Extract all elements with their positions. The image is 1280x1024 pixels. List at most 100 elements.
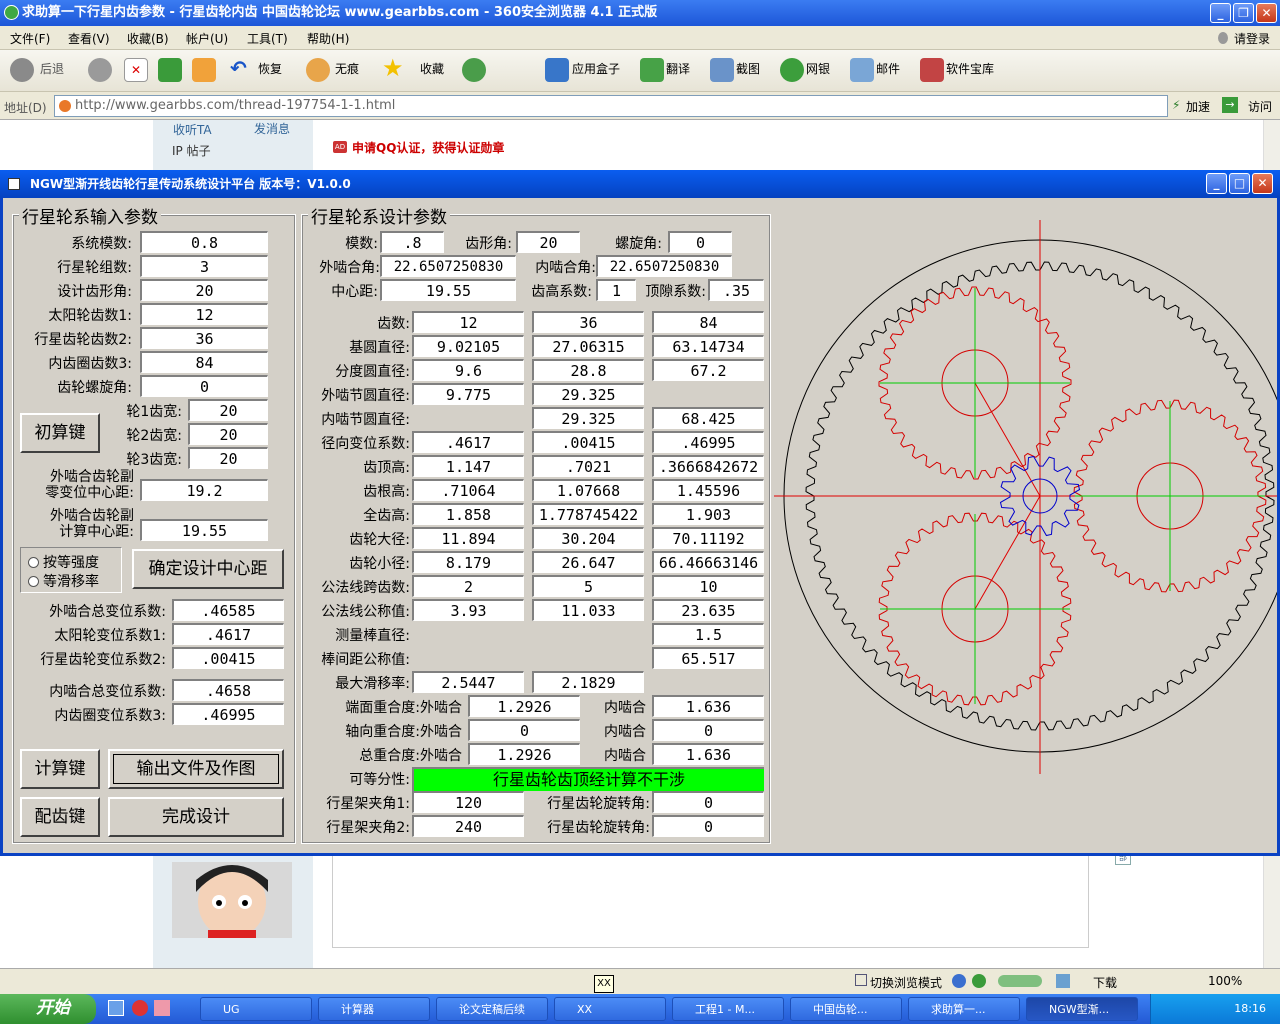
design-value-field[interactable]: 68.425 (652, 407, 764, 429)
input-field[interactable]: 12 (140, 303, 268, 325)
design-value-field[interactable]: .46995 (652, 431, 764, 453)
design-value-field[interactable]: 65.517 (652, 647, 764, 669)
menu-favorites[interactable]: 收藏(B) (127, 30, 169, 47)
init-calc-button[interactable]: 初算键 (20, 413, 100, 453)
design-value-field[interactable]: 9.775 (412, 383, 524, 405)
listen-link[interactable]: 收听TA (173, 121, 212, 138)
software-library-icon[interactable] (920, 58, 944, 82)
switch-mode-button[interactable]: 切换浏览模式 (870, 974, 942, 991)
design-value-field[interactable]: 1.45596 (652, 479, 764, 501)
qq-promo-link[interactable]: 申请QQ认证，获得认证勋章 (352, 139, 504, 156)
design-value-field[interactable]: 11.894 (412, 527, 524, 549)
restore-button[interactable]: 恢复 (258, 60, 282, 77)
clearance-coef-field[interactable]: .35 (708, 279, 764, 301)
menu-tools[interactable]: 工具(T) (247, 30, 288, 47)
translate-icon[interactable] (640, 58, 664, 82)
app-close-button[interactable]: ✕ (1252, 173, 1273, 194)
design-value-field[interactable]: 9.02105 (412, 335, 524, 357)
screenshot-button[interactable]: 截图 (736, 60, 760, 77)
menu-account[interactable]: 帐户(U) (186, 30, 228, 47)
width-field[interactable]: 20 (188, 447, 268, 469)
star-icon[interactable]: ★ (382, 54, 406, 82)
home-icon[interactable] (192, 58, 216, 82)
app-box-button[interactable]: 应用盒子 (572, 60, 620, 77)
bank-button[interactable]: 网银 (806, 60, 830, 77)
restore-icon[interactable]: ↶ (230, 56, 254, 80)
design-value-field[interactable]: 70.11192 (652, 527, 764, 549)
app-box-icon[interactable] (545, 58, 569, 82)
design-value-field[interactable]: 1.147 (412, 455, 524, 477)
message-link[interactable]: 发消息 (254, 120, 290, 137)
design-value-field[interactable]: .71064 (412, 479, 524, 501)
design-value-field[interactable]: 2.5447 (412, 671, 524, 693)
design-value-field[interactable]: 12 (412, 311, 524, 333)
design-value-field[interactable]: .3666842672 (652, 455, 764, 477)
software-library-button[interactable]: 软件宝库 (946, 60, 994, 77)
stop-icon[interactable]: ✕ (124, 58, 148, 82)
task-thesis-folder[interactable]: 论文定稿后续 (436, 997, 548, 1021)
match-teeth-button[interactable]: 配齿键 (20, 797, 100, 837)
task-calculator[interactable]: 计算器 (318, 997, 430, 1021)
input-field[interactable]: 0.8 (140, 231, 268, 253)
task-project1[interactable]: 工程1 - M... (672, 997, 784, 1021)
carrier-angle-field[interactable]: 240 (412, 815, 524, 837)
quick-launch-app-icon[interactable] (154, 1000, 170, 1016)
accelerate-button[interactable]: 加速 (1186, 98, 1210, 115)
addendum-coef-field[interactable]: 1 (596, 279, 636, 301)
no-trace-icon[interactable] (306, 58, 330, 82)
design-value-field[interactable]: 28.8 (532, 359, 644, 381)
design-value-field[interactable]: 2 (412, 575, 524, 597)
input-field[interactable]: 36 (140, 327, 268, 349)
start-button[interactable]: 开始 (0, 994, 96, 1024)
input-field[interactable]: 3 (140, 255, 268, 277)
browser-close-button[interactable]: ✕ (1256, 3, 1277, 23)
input-field[interactable]: 84 (140, 351, 268, 373)
carrier-angle-field[interactable]: 120 (412, 791, 524, 813)
task-ngw-app[interactable]: NGW型渐... (1026, 997, 1138, 1021)
output-file-button[interactable]: 输出文件及作图 (108, 749, 284, 789)
pressure-angle-field[interactable]: 20 (516, 231, 580, 253)
design-value-field[interactable]: 27.06315 (532, 335, 644, 357)
overlap-int-field[interactable]: 1.636 (652, 695, 764, 717)
task-xx-folder[interactable]: XX (554, 997, 666, 1021)
design-value-field[interactable]: 23.635 (652, 599, 764, 621)
menu-help[interactable]: 帮助(H) (307, 30, 349, 47)
design-value-field[interactable]: .00415 (532, 431, 644, 453)
design-value-field[interactable]: .4617 (412, 431, 524, 453)
ie-icon[interactable] (952, 974, 966, 988)
width-field[interactable]: 20 (188, 399, 268, 421)
overlap-ext-field[interactable]: 1.2926 (468, 743, 580, 765)
zoom-level[interactable]: 100% (1208, 974, 1242, 988)
design-value-field[interactable]: 63.14734 (652, 335, 764, 357)
planet-rotation-field[interactable]: 0 (652, 791, 764, 813)
ext-mesh-angle-field[interactable]: 22.6507250830 (380, 255, 516, 277)
input-field[interactable]: 20 (140, 279, 268, 301)
design-value-field[interactable]: 84 (652, 311, 764, 333)
go-arrow-icon[interactable]: → (1222, 97, 1238, 113)
download-button[interactable]: 下载 (1093, 974, 1117, 991)
overlap-ext-field[interactable]: 1.2926 (468, 695, 580, 717)
sync-icon[interactable] (462, 58, 486, 82)
shift-field[interactable]: .46995 (172, 703, 284, 725)
shift-field[interactable]: .46585 (172, 599, 284, 621)
browser-minimize-button[interactable]: _ (1210, 3, 1231, 23)
design-value-field[interactable]: 5 (532, 575, 644, 597)
design-value-field[interactable]: .7021 (532, 455, 644, 477)
app-maximize-button[interactable]: □ (1229, 173, 1250, 194)
shift-field[interactable]: .4617 (172, 623, 284, 645)
design-value-field[interactable]: 67.2 (652, 359, 764, 381)
shift-field[interactable]: .4658 (172, 679, 284, 701)
forward-arrow-icon[interactable] (88, 58, 112, 82)
design-value-field[interactable]: 26.647 (532, 551, 644, 573)
planet-rotation-field[interactable]: 0 (652, 815, 764, 837)
design-value-field[interactable]: 1.903 (652, 503, 764, 525)
mail-button[interactable]: 邮件 (876, 60, 900, 77)
task-gear-forum[interactable]: 中国齿轮... (790, 997, 902, 1021)
radio-equal-slip[interactable]: 等滑移率 (28, 571, 99, 591)
task-help-thread[interactable]: 求助算一... (908, 997, 1020, 1021)
back-button[interactable]: 后退 (40, 60, 64, 77)
module-field[interactable]: .8 (380, 231, 444, 253)
refresh-icon[interactable] (158, 58, 182, 82)
design-value-field[interactable]: 30.204 (532, 527, 644, 549)
radio-equal-strength[interactable]: 按等强度 (28, 552, 99, 572)
